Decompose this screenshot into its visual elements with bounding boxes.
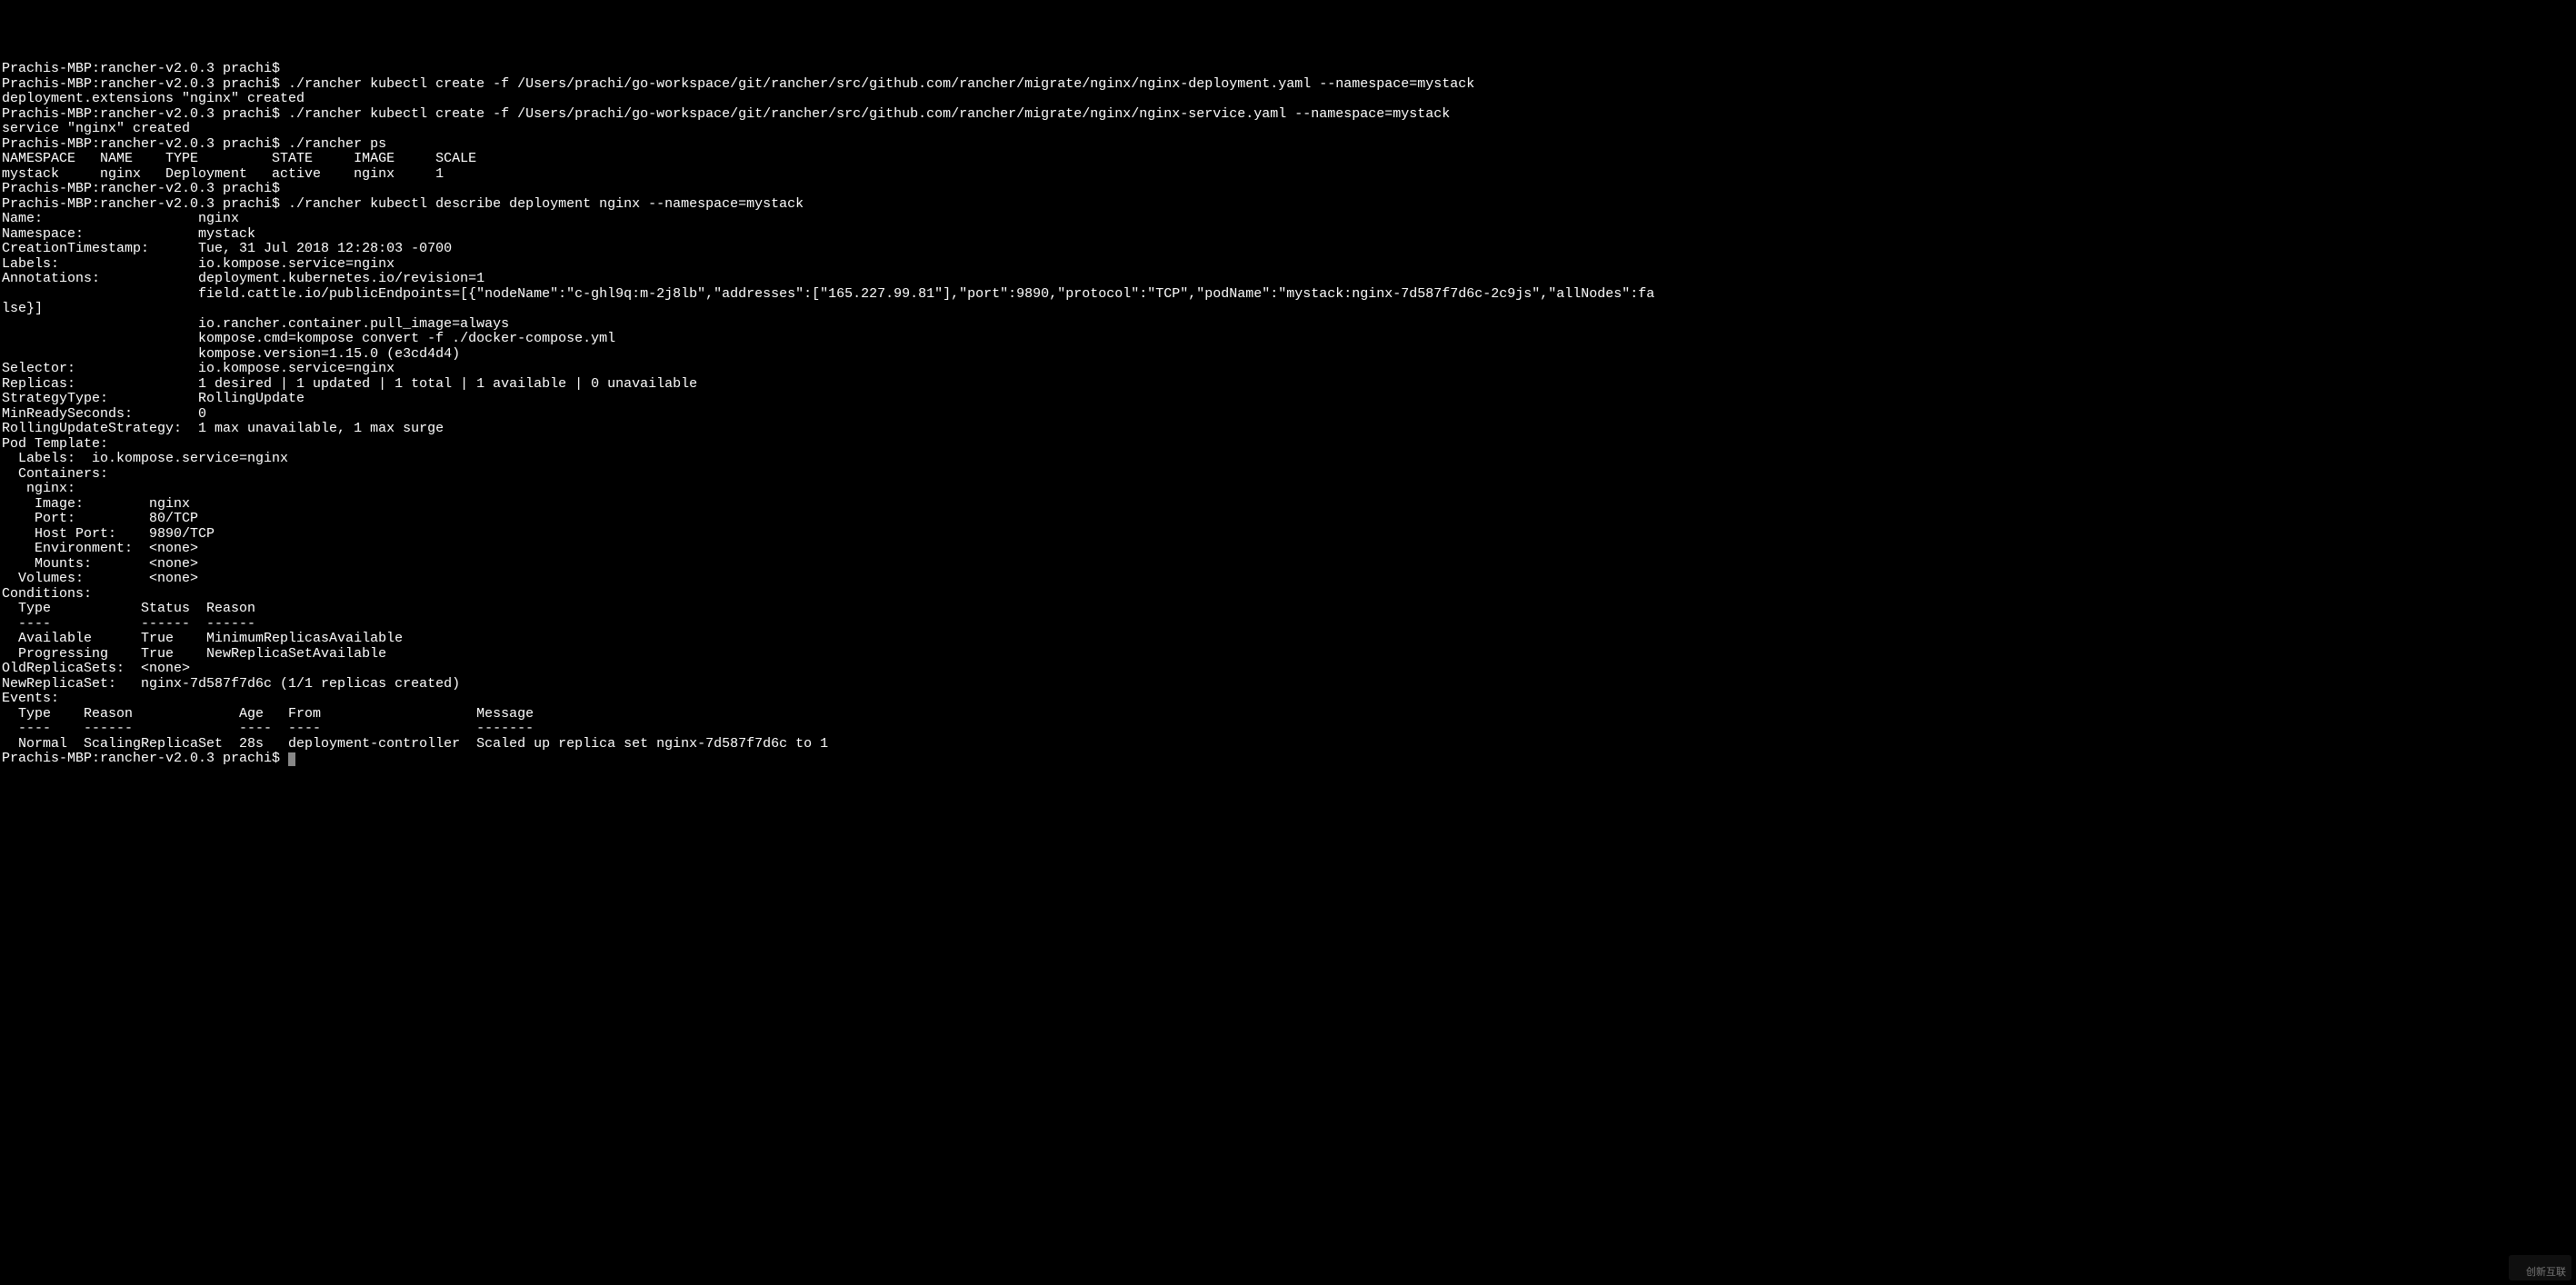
line: Pod Template: [2,436,108,452]
line: kompose.version=1.15.0 (e3cd4d4) [2,346,460,362]
line: Annotations: deployment.kubernetes.io/re… [2,271,484,286]
line: Namespace: mystack [2,226,255,242]
line: Progressing True NewReplicaSetAvailable [2,646,386,662]
line: Name: nginx [2,211,239,226]
line: kompose.cmd=kompose convert -f ./docker-… [2,331,615,346]
line: Labels: io.kompose.service=nginx [2,256,394,272]
line: Prachis-MBP:rancher-v2.0.3 prachi$ [2,61,280,76]
line: lse}] [2,301,43,316]
line: Prachis-MBP:rancher-v2.0.3 prachi$ [2,181,280,196]
line: Image: nginx [2,496,190,512]
line: NewReplicaSet: nginx-7d587f7d6c (1/1 rep… [2,676,460,692]
line: CreationTimestamp: Tue, 31 Jul 2018 12:2… [2,241,452,256]
line: service "nginx" created [2,121,190,136]
line: nginx: [2,481,75,496]
cursor-icon [288,752,295,766]
line: Selector: io.kompose.service=nginx [2,361,394,376]
line: ---- ------ ---- ---- ------- [2,721,534,736]
line: Mounts: <none> [2,556,198,572]
line: Prachis-MBP:rancher-v2.0.3 prachi$ ./ran… [2,76,1474,92]
line: Prachis-MBP:rancher-v2.0.3 prachi$ ./ran… [2,106,1450,122]
prompt: Prachis-MBP:rancher-v2.0.3 prachi$ [2,751,288,766]
line: io.rancher.container.pull_image=always [2,316,509,332]
line: Conditions: [2,586,92,602]
line: Prachis-MBP:rancher-v2.0.3 prachi$ ./ran… [2,196,804,212]
line: Replicas: 1 desired | 1 updated | 1 tota… [2,376,697,392]
watermark-badge: 创新互联 [2509,1255,2571,1280]
line: OldReplicaSets: <none> [2,661,190,676]
line: Type Status Reason [2,601,255,616]
line: Prachis-MBP:rancher-v2.0.3 prachi$ ./ran… [2,136,386,152]
line: Events: [2,691,59,706]
line: Environment: <none> [2,541,198,556]
line: StrategyType: RollingUpdate [2,391,305,406]
line: RollingUpdateStrategy: 1 max unavailable… [2,421,444,436]
line: Containers: [2,466,108,482]
line: Available True MinimumReplicasAvailable [2,631,403,646]
line: Host Port: 9890/TCP [2,526,215,542]
line: Volumes: <none> [2,571,198,586]
line: Port: 80/TCP [2,511,198,526]
line: deployment.extensions "nginx" created [2,91,305,106]
line: Labels: io.kompose.service=nginx [2,451,288,466]
line: MinReadySeconds: 0 [2,406,206,422]
line: ---- ------ ------ [2,616,255,632]
line: field.cattle.io/publicEndpoints=[{"nodeN… [2,286,1654,302]
terminal-output[interactable]: Prachis-MBP:rancher-v2.0.3 prachi$ Prach… [2,62,2574,767]
line: Type Reason Age From Message [2,706,534,722]
line: mystack nginx Deployment active nginx 1 [2,166,444,182]
line: Normal ScalingReplicaSet 28s deployment-… [2,736,828,752]
line: NAMESPACE NAME TYPE STATE IMAGE SCALE [2,151,476,166]
